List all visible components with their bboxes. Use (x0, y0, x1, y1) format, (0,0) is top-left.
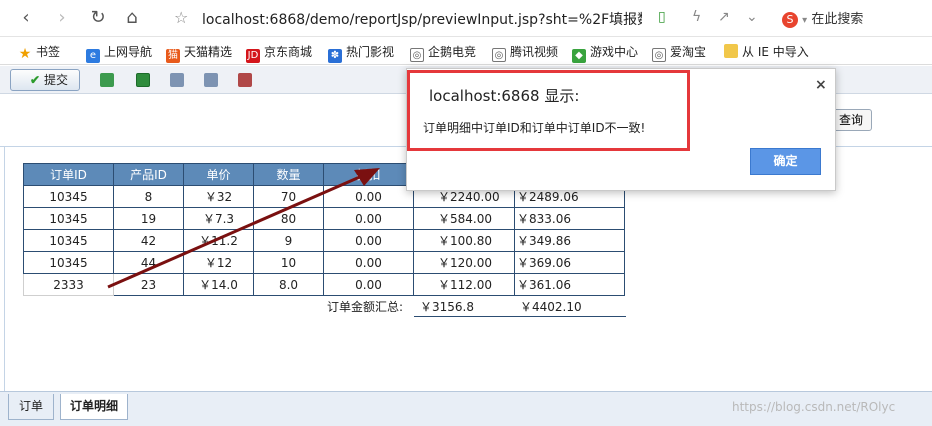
bookmark-item[interactable]: ★ 书签 (18, 43, 60, 61)
tab-order-detail[interactable]: 订单明细 (60, 394, 128, 420)
total-label: 订单金额汇总: (327, 300, 404, 314)
bookmark-item[interactable]: JD 京东商城 (246, 43, 312, 63)
table-row: 10345 42 ￥11.2 9 0.00 ￥100.80 ￥349.86 (23, 229, 625, 252)
table-row: 10345 19 ￥7.3 80 0.00 ￥584.00 ￥833.06 (23, 207, 625, 230)
cell-order-id[interactable]: 10345 (23, 185, 114, 208)
search-engine-icon: S (782, 11, 798, 28)
cell-discount[interactable]: 0.00 (323, 273, 414, 296)
highlight-box (407, 70, 690, 151)
table-row: 10345 44 ￥12 10 0.00 ￥120.00 ￥369.06 (23, 251, 625, 274)
globe-icon: ◎ (652, 48, 666, 62)
lightning-icon[interactable]: ϟ (692, 9, 701, 25)
cell-product-id[interactable]: 19 (113, 207, 184, 230)
cell-discount[interactable]: 0.00 (323, 251, 414, 274)
star-outline-icon[interactable]: ☆ (174, 8, 188, 27)
reader-icon[interactable]: ▯ (658, 9, 666, 25)
folder-icon (724, 44, 738, 58)
chevron-down-icon[interactable]: ⌄ (746, 9, 758, 25)
cell-running-total: ￥369.06 (514, 251, 625, 274)
chevron-down-icon: ▾ (802, 15, 808, 26)
cell-order-id[interactable]: 10345 (23, 207, 114, 230)
watermark-text: https://blog.csdn.net/ROlyc (732, 400, 896, 414)
bookmark-item[interactable]: ◎ 腾讯视频 (492, 43, 558, 62)
cell-quantity[interactable]: 9 (253, 229, 324, 252)
cell-product-id[interactable]: 8 (113, 185, 184, 208)
bookmark-item[interactable]: ◎ 爱淘宝 (652, 43, 706, 62)
cell-amount: ￥584.00 (413, 207, 515, 230)
cell-unit-price[interactable]: ￥7.3 (183, 207, 254, 230)
column-header: 订单ID (23, 163, 114, 186)
paw-icon: ✽ (328, 49, 342, 63)
cell-unit-price[interactable]: ￥11.2 (183, 229, 254, 252)
cell-order-id[interactable]: 10345 (23, 251, 114, 274)
home-icon[interactable]: ⌂ (122, 8, 142, 28)
cell-amount: ￥120.00 (413, 251, 515, 274)
excel-import-icon[interactable] (136, 73, 150, 87)
column-header: 产品ID (113, 163, 184, 186)
alert-dialog: localhost:6868 显示: 订单明细中订单ID和订单中订单ID不一致!… (406, 68, 836, 191)
url-text[interactable]: localhost:6868/demo/reportJsp/previewInp… (202, 9, 642, 29)
append-row-icon[interactable] (204, 73, 218, 87)
ok-button[interactable]: 确定 (750, 148, 821, 175)
cell-quantity[interactable]: 8.0 (253, 273, 324, 296)
search-input[interactable]: 在此搜索 (811, 12, 863, 27)
cell-discount[interactable]: 0.00 (323, 185, 414, 208)
column-header: 数量 (253, 163, 324, 186)
cell-amount: ￥112.00 (413, 273, 515, 296)
ie-icon: e (86, 49, 100, 63)
cell-quantity[interactable]: 70 (253, 185, 324, 208)
cell-amount: ￥100.80 (413, 229, 515, 252)
bookmark-item[interactable]: 从 IE 中导入 (724, 43, 809, 60)
cell-quantity[interactable]: 80 (253, 207, 324, 230)
globe-icon: ◎ (410, 48, 424, 62)
cell-discount[interactable]: 0.00 (323, 229, 414, 252)
dialog-title: localhost:6868 显示: (429, 87, 580, 105)
query-button[interactable]: 查询 (830, 109, 872, 131)
share-icon[interactable]: ↗ (718, 9, 730, 25)
bookmark-item[interactable]: ◆ 游戏中心 (572, 43, 638, 63)
bookmark-item[interactable]: ◎ 企鹅电竞 (410, 43, 476, 62)
table-row: 2333 23 ￥14.0 8.0 0.00 ￥112.00 ￥361.06 (23, 273, 625, 296)
cell-product-id[interactable]: 23 (113, 273, 184, 296)
cell-unit-price[interactable]: ￥14.0 (183, 273, 254, 296)
bookmarks-bar: ★ 书签 e 上网导航 猫天猫精选 JD 京东商城 ✽ 热门影视 ◎ 企鹅电竞 ◎ 腾讯视频… (0, 37, 932, 65)
excel-export-icon[interactable] (100, 73, 114, 87)
column-header: 折扣 (323, 163, 414, 186)
star-icon: ★ (18, 46, 32, 62)
reload-icon[interactable]: ↻ (88, 8, 108, 28)
cell-unit-price[interactable]: ￥12 (183, 251, 254, 274)
cell-product-id[interactable]: 42 (113, 229, 184, 252)
tmall-icon: 猫 (166, 49, 180, 63)
bookmark-item[interactable]: ✽ 热门影视 (328, 43, 394, 63)
close-icon[interactable]: × (815, 77, 827, 93)
tab-order[interactable]: 订单 (8, 394, 54, 420)
browser-address-bar: ‹ › ↻ ⌂ ☆ localhost:6868/demo/reportJsp/… (0, 0, 932, 37)
cell-quantity[interactable]: 10 (253, 251, 324, 274)
bookmark-item[interactable]: e 上网导航 (86, 43, 152, 63)
cell-running-total: ￥833.06 (514, 207, 625, 230)
insert-row-icon[interactable] (170, 73, 184, 87)
forward-arrow-icon[interactable]: › (52, 8, 72, 28)
delete-row-icon[interactable] (238, 73, 252, 87)
cell-unit-price[interactable]: ￥32 (183, 185, 254, 208)
total-amount: ￥3156.8 (420, 300, 474, 314)
jd-icon: JD (246, 49, 260, 63)
submit-button[interactable]: ✔ 提交 (10, 69, 80, 91)
check-icon: ✔ (29, 73, 41, 87)
cell-order-id[interactable]: 10345 (23, 229, 114, 252)
cell-running-total: ￥349.86 (514, 229, 625, 252)
cell-discount[interactable]: 0.00 (323, 207, 414, 230)
dialog-message: 订单明细中订单ID和订单中订单ID不一致! (423, 121, 646, 135)
column-header: 单价 (183, 163, 254, 186)
gamepad-icon: ◆ (572, 49, 586, 63)
total-running: ￥4402.10 (520, 300, 582, 314)
cell-running-total: ￥361.06 (514, 273, 625, 296)
total-underline (414, 316, 626, 317)
cell-product-id[interactable]: 44 (113, 251, 184, 274)
cell-order-id-editing[interactable]: 2333 (23, 273, 114, 296)
bookmark-item[interactable]: 猫天猫精选 (166, 43, 232, 63)
globe-icon: ◎ (492, 48, 506, 62)
back-arrow-icon[interactable]: ‹ (16, 8, 36, 28)
search-box[interactable]: S ▾ 在此搜索 (782, 8, 863, 28)
